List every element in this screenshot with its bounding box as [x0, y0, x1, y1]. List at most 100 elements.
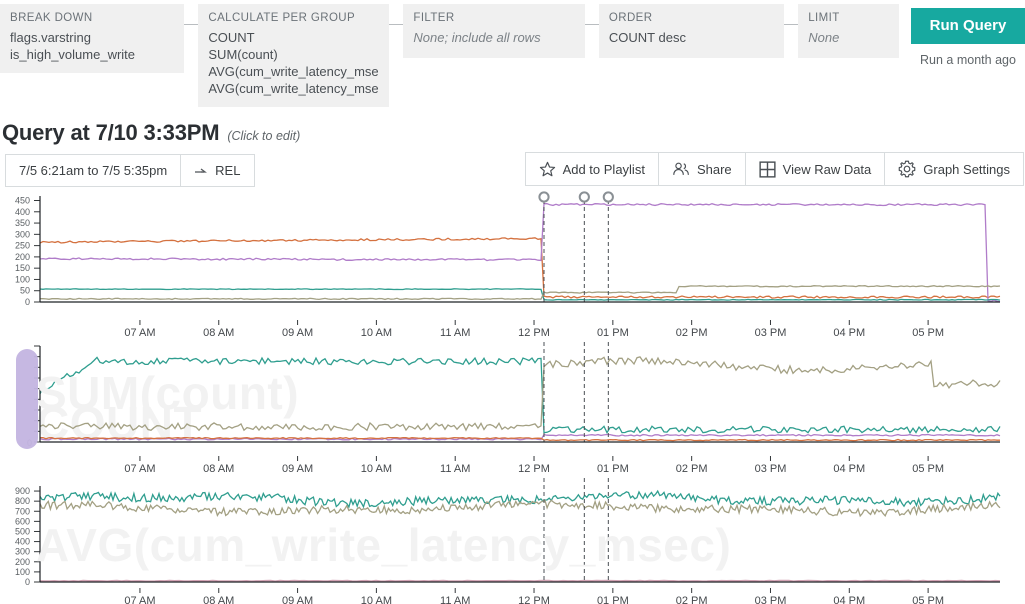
share-button[interactable]: Share: [657, 152, 746, 186]
x-axis-tick-label: 03 PM: [755, 327, 787, 339]
y-axis-tick-label: 200: [15, 557, 30, 567]
y-axis-tick-label: 250: [15, 241, 30, 251]
x-axis-tick-label: 03 PM: [755, 595, 787, 604]
relative-time-label: REL: [215, 163, 241, 178]
connector-dash: [784, 24, 799, 25]
query-section-value: None: [808, 30, 840, 45]
chart-toolbar: 7/5 6:21am to 7/5 5:35pm REL Add to Play…: [0, 148, 1025, 190]
chart-avg-latency[interactable]: AVG(cum_write_latency_msec) 0 100 200 300 40…: [0, 478, 1025, 604]
y-axis-tick-label: 400: [15, 207, 30, 217]
x-axis-tick-label: 04 PM: [833, 595, 865, 604]
chart-count-plot[interactable]: 050 100150200250 300350400450: [0, 190, 1025, 320]
marker-handle[interactable]: [538, 191, 550, 203]
marker-handle[interactable]: [578, 191, 590, 203]
view-raw-data-button[interactable]: View Raw Data: [744, 152, 886, 186]
x-axis-tick-label: 01 PM: [597, 327, 629, 339]
people-icon: [673, 162, 689, 175]
y-axis-tick-label: 800: [15, 496, 30, 506]
x-axis-tick-label: 04 PM: [833, 463, 865, 475]
x-axis-tick-label: 02 PM: [676, 327, 708, 339]
x-axis-tick-label: 09 AM: [282, 327, 313, 339]
add-to-playlist-label: Add to Playlist: [562, 161, 645, 177]
query-section-value: flags.varstring: [10, 30, 91, 45]
query-builder-bar: BREAK DOWN flags.varstring is_high_volum…: [0, 0, 1025, 112]
y-axis-tick-label: 50: [20, 286, 30, 296]
y-axis-tick-label: 350: [15, 218, 30, 228]
query-section-label: BREAK DOWN: [10, 12, 93, 24]
x-axis-tick-label: 07 AM: [124, 595, 155, 604]
query-section-calculate-per-group[interactable]: CALCULATE PER GROUP COUNT SUM(count) AVG…: [198, 4, 390, 107]
star-icon: [539, 161, 555, 176]
grid-icon: [759, 160, 776, 178]
x-axis-tick-label: 12 PM: [518, 327, 550, 339]
y-axis-tick-label: 0: [25, 297, 30, 307]
y-axis-tick-label: 600: [15, 516, 30, 526]
charts-container: COUNT 0 50 100 150 200 250 300 350 400 450 07 AM 0…: [0, 190, 1025, 604]
query-section-label: CALCULATE PER GROUP: [208, 12, 356, 24]
y-axis-tick-label: 900: [15, 486, 30, 496]
x-axis-tick-label: 01 PM: [597, 595, 629, 604]
chart-avg-latency-plot[interactable]: 0100200300400500600700800900: [0, 478, 1025, 588]
y-axis-tick-label: 0: [25, 577, 30, 587]
run-query-button[interactable]: Run Query: [910, 8, 1025, 44]
chart-count-xaxis: 07 AM 08 AM 09 AM 10 AM 11 AM 12 PM 01 PM 02 PM…: [124, 320, 944, 339]
y-axis-tick-label: 500: [15, 526, 30, 536]
x-axis-tick-label: 11 AM: [440, 595, 470, 604]
x-axis-tick-label: 11 AM: [440, 327, 470, 339]
query-section-value: None; include all rows: [413, 30, 541, 45]
query-section-label: ORDER: [608, 12, 653, 24]
x-axis-tick-label: 07 AM: [124, 463, 155, 475]
x-axis-tick-label: 10 AM: [361, 463, 392, 475]
edit-hint: (Click to edit): [227, 129, 301, 143]
query-section-value: SUM(count): [208, 47, 278, 62]
page-title[interactable]: Query at 7/10 3:33PM: [2, 120, 220, 146]
query-section-filter[interactable]: FILTER None; include all rows: [403, 4, 585, 58]
series-lines: [39, 356, 1001, 442]
y-axis-tick-label: 100: [15, 274, 30, 284]
query-section-value: COUNT desc: [608, 30, 686, 45]
chart-action-buttons: Add to Playlist Share View Raw Data Grap…: [524, 152, 1024, 186]
run-query-area: Run Query Run a month ago: [910, 4, 1025, 67]
query-title-row: Query at 7/10 3:33PM (Click to edit): [0, 112, 1025, 148]
query-section-limit[interactable]: LIMIT None: [798, 4, 899, 58]
y-axis-drag-handle[interactable]: [16, 349, 38, 449]
x-axis-tick-label: 02 PM: [676, 595, 708, 604]
y-axis-tick-label: 300: [15, 229, 30, 239]
x-axis-tick-label: 05 PM: [912, 595, 944, 604]
graph-settings-label: Graph Settings: [923, 161, 1010, 177]
relative-time-button[interactable]: REL: [180, 154, 256, 187]
y-axis-tick-label: 700: [15, 506, 30, 516]
chart-sum-count-xaxis: 07 AM 08 AM 09 AM 10 AM 11 AM 12 PM 01 PM 02 PM…: [124, 456, 944, 475]
marker-handle[interactable]: [602, 191, 614, 203]
query-section-label: FILTER: [413, 12, 455, 24]
view-raw-data-label: View Raw Data: [782, 161, 872, 177]
x-axis-tick-label: 08 AM: [203, 595, 234, 604]
query-section-value: AVG(cum_write_latency_msec): [208, 64, 380, 79]
y-axis-tick-label: 200: [15, 252, 30, 262]
x-axis-tick-label: 08 AM: [203, 463, 234, 475]
chart-avg-latency-xaxis: 07 AM 08 AM 09 AM 10 AM 11 AM 12 PM 01 PM 02 PM…: [124, 588, 944, 604]
x-axis-tick-label: 08 AM: [203, 327, 234, 339]
series-lines: [39, 489, 1001, 582]
y-axis-ticks: 0100200300400500600700800900: [15, 486, 40, 587]
x-axis-tick-label: 10 AM: [361, 327, 392, 339]
x-axis-tick-label: 02 PM: [676, 463, 708, 475]
y-axis-tick-label: 450: [15, 196, 30, 206]
query-section-value: AVG(cum_write_latency_msec): [208, 81, 380, 96]
time-range-controls: 7/5 6:21am to 7/5 5:35pm REL: [5, 154, 256, 187]
x-axis-tick-label: 12 PM: [518, 463, 550, 475]
y-axis-tick-label: 150: [15, 263, 30, 273]
x-axis-tick-label: 12 PM: [518, 595, 550, 604]
query-section-value: COUNT: [208, 30, 255, 45]
y-axis-tick-label: 300: [15, 547, 30, 557]
chart-sum-count-plot[interactable]: 0: [0, 342, 1025, 456]
graph-settings-button[interactable]: Graph Settings: [884, 152, 1024, 186]
chart-sum-count[interactable]: SUM(count) 0 07 AM08 AM09 AM10 AM11 AM12…: [0, 342, 1025, 478]
add-to-playlist-button[interactable]: Add to Playlist: [524, 152, 659, 186]
query-section-order[interactable]: ORDER COUNT desc: [598, 4, 785, 58]
marker-lines[interactable]: [538, 191, 614, 302]
time-range-button[interactable]: 7/5 6:21am to 7/5 5:35pm: [5, 154, 182, 187]
query-section-break-down[interactable]: BREAK DOWN flags.varstring is_high_volum…: [0, 4, 185, 73]
connector-dash: [584, 24, 599, 25]
chart-count[interactable]: COUNT 0 50 100 150 200 250 300 350 400 450 07 AM 0…: [0, 190, 1025, 449]
